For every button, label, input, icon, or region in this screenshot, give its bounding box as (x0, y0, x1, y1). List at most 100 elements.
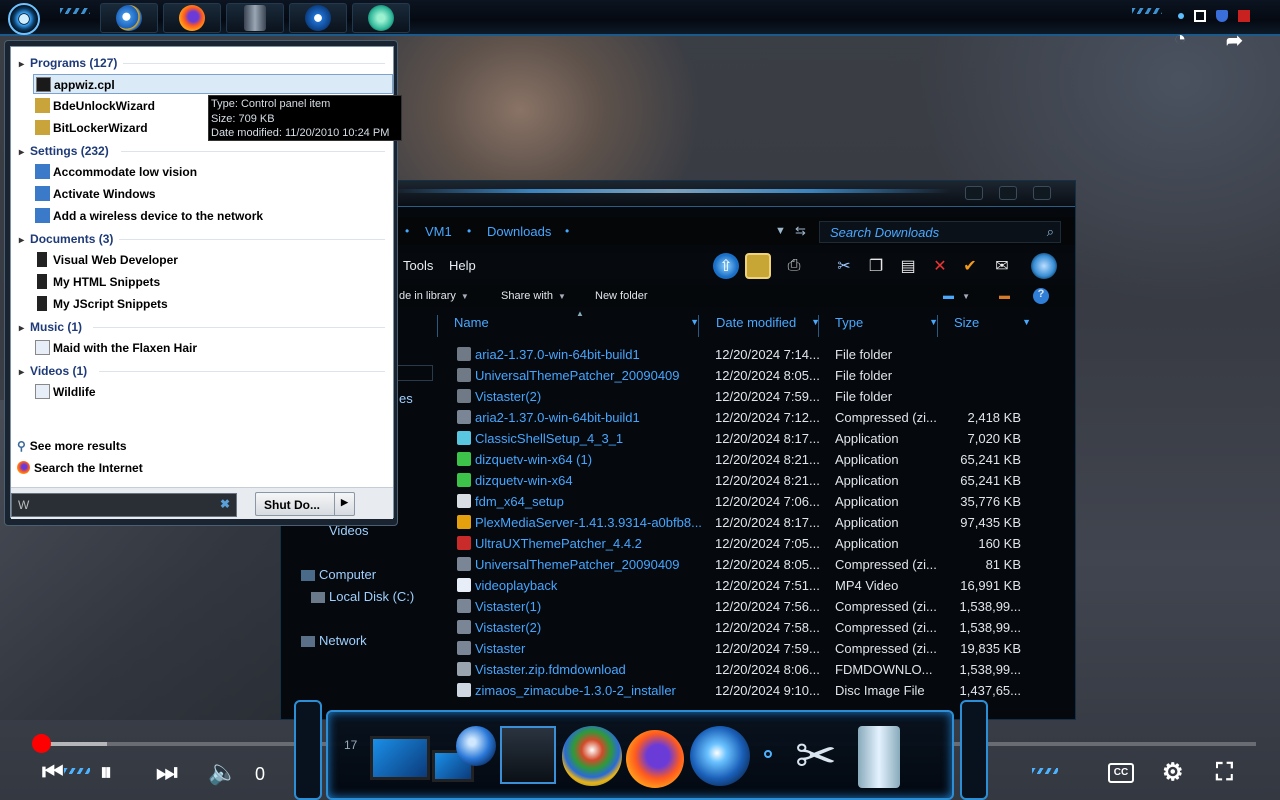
nav-item-computer[interactable]: Computer (301, 567, 376, 582)
delete-icon[interactable]: ✕ (927, 253, 953, 279)
start-search-input[interactable]: W ✖ (11, 493, 237, 517)
history-dropdown-icon[interactable]: ▼ (775, 225, 786, 237)
globe-icon[interactable] (1031, 253, 1057, 279)
clock-icon[interactable]: ◔ (1174, 28, 1186, 51)
print-icon[interactable]: ⎙ (781, 253, 807, 279)
chevron-down-icon[interactable]: ▼ (1022, 317, 1031, 327)
folder-view-icon[interactable] (745, 253, 771, 279)
paste-icon[interactable]: ▤ (895, 253, 921, 279)
file-row[interactable]: Vistaster(2) 12/20/2024 7:59... File folde… (453, 386, 1073, 407)
close-button[interactable] (1033, 186, 1051, 200)
start-orb-button[interactable] (8, 3, 40, 35)
category-programs[interactable]: Programs (127) (19, 56, 117, 70)
search-input[interactable]: Search Downloads ⌕ (819, 221, 1061, 243)
nav-item-local-disk[interactable]: Local Disk (C:) (311, 589, 414, 604)
firefox-dock-icon[interactable] (626, 730, 684, 788)
result-accommodate-low-vision[interactable]: Accommodate low vision (33, 162, 393, 182)
column-size-header[interactable]: Size ▼ (937, 315, 1031, 337)
help-icon[interactable]: ? (1033, 288, 1049, 304)
menu-tools[interactable]: Tools (403, 258, 433, 273)
result-maid-with-flaxen-hair[interactable]: Maid with the Flaxen Hair (33, 338, 393, 358)
file-row[interactable]: PlexMediaServer-1.41.3.9314-a0bfb8... 12/… (453, 512, 1073, 533)
taskbar-firefox-button[interactable] (163, 3, 221, 33)
view-options-icon[interactable]: ▬ ▼ (943, 290, 970, 302)
file-row[interactable]: Vistaster 12/20/2024 7:59... Compressed (z… (453, 638, 1073, 659)
windows-orb-icon[interactable] (562, 726, 622, 786)
file-row[interactable]: UniversalThemePatcher_20090409 12/20/2024… (453, 554, 1073, 575)
file-row[interactable]: videoplayback 12/20/2024 7:51... MP4 Video… (453, 575, 1073, 596)
clear-search-icon[interactable]: ✖ (220, 497, 230, 511)
shield-icon[interactable] (1216, 10, 1228, 22)
previous-icon[interactable]: ⏮ (42, 760, 64, 786)
column-name-header[interactable]: Name ▼ (437, 315, 699, 337)
captions-button[interactable]: CC (1108, 763, 1134, 783)
category-videos[interactable]: Videos (1) (19, 364, 87, 378)
new-folder-button[interactable]: New folder (595, 290, 648, 302)
column-date-header[interactable]: Date modified ▼ (698, 315, 820, 337)
see-more-results-link[interactable]: ⚲ See more results (17, 439, 127, 453)
file-row[interactable]: ClassicShellSetup_4_3_1 12/20/2024 8:17..… (453, 428, 1073, 449)
breadcrumb-vm1[interactable]: VM1 (425, 224, 452, 239)
file-row[interactable]: dizquetv-win-x64 (1) 12/20/2024 8:21... Ap… (453, 449, 1073, 470)
result-add-wireless-device[interactable]: Add a wireless device to the network (33, 206, 393, 226)
taskbar-ie-button[interactable] (100, 3, 158, 33)
video-scrubber-handle[interactable] (31, 734, 51, 753)
file-row[interactable]: aria2-1.37.0-win-64bit-build1 12/20/2024 … (453, 407, 1073, 428)
volume-icon[interactable]: 🔈 (208, 760, 238, 786)
file-row[interactable]: fdm_x64_setup 12/20/2024 7:06... Applicati… (453, 491, 1073, 512)
file-row[interactable]: zimaos_zimacube-1.3.0-2_installer 12/20/2… (453, 680, 1073, 701)
mail-icon[interactable]: ✉ (989, 253, 1015, 279)
category-settings[interactable]: Settings (232) (19, 144, 109, 158)
nav-item-libraries[interactable]: es (399, 391, 413, 406)
file-row[interactable]: aria2-1.37.0-win-64bit-build1 12/20/2024 … (453, 344, 1073, 365)
security-alert-icon[interactable] (1238, 10, 1250, 22)
taskbar-app-button[interactable] (352, 3, 410, 33)
file-row[interactable]: UniversalThemePatcher_20090409 12/20/2024… (453, 365, 1073, 386)
tools-icon[interactable]: ✂ (784, 726, 848, 788)
refresh-icon[interactable]: ⇆ (795, 223, 806, 239)
menu-help[interactable]: Help (449, 258, 476, 273)
taskbar-player-button[interactable] (289, 3, 347, 33)
fullscreen-icon[interactable]: ⛶ (1216, 760, 1233, 786)
file-row[interactable]: Vistaster.zip.fdmdownload 12/20/2024 8:06… (453, 659, 1073, 680)
share-with-button[interactable]: Share with ▼ (501, 290, 566, 302)
share-icon[interactable]: ➦ (1226, 28, 1243, 53)
settings-gear-icon[interactable]: ⚙ (1162, 760, 1184, 786)
preview-pane-icon[interactable]: ▬ (999, 290, 1010, 302)
result-activate-windows[interactable]: Activate Windows (33, 184, 393, 204)
result-my-html-snippets[interactable]: My HTML Snippets (33, 272, 393, 292)
file-row[interactable]: UltraUXThemePatcher_4.4.2 12/20/2024 7:05… (453, 533, 1073, 554)
result-appwiz[interactable]: appwiz.cpl (33, 74, 393, 94)
column-type-header[interactable]: Type ▼ (818, 315, 938, 337)
include-in-library-button[interactable]: de in library ▼ (399, 290, 469, 302)
up-folder-icon[interactable]: ⇧ (713, 253, 739, 279)
taskbar-media-button[interactable] (226, 3, 284, 33)
search-internet-link[interactable]: Search the Internet (17, 461, 143, 475)
category-documents[interactable]: Documents (3) (19, 232, 113, 246)
pause-icon[interactable]: ⏸ (100, 760, 112, 786)
safari-compass-icon[interactable] (690, 726, 750, 786)
internet-globe-icon[interactable] (456, 726, 496, 766)
copy-icon[interactable]: ❐ (863, 253, 889, 279)
cut-icon[interactable]: ✂ (831, 253, 857, 279)
file-row[interactable]: Vistaster(1) 12/20/2024 7:56... Compressed… (453, 596, 1073, 617)
minimize-button[interactable] (965, 186, 983, 200)
maximize-button[interactable] (999, 186, 1017, 200)
result-visual-web-developer[interactable]: Visual Web Developer (33, 250, 393, 270)
tray-dot-icon[interactable] (1178, 13, 1184, 19)
search-icon[interactable]: ⌕ (1047, 224, 1054, 240)
result-wildlife[interactable]: Wildlife (33, 382, 393, 402)
breadcrumb-downloads[interactable]: Downloads (487, 224, 551, 239)
nav-item-network[interactable]: Network (301, 633, 367, 648)
network-icon[interactable] (1194, 10, 1206, 22)
category-music[interactable]: Music (1) (19, 320, 82, 334)
file-row[interactable]: Vistaster(2) 12/20/2024 7:58... Compressed… (453, 617, 1073, 638)
next-icon[interactable]: ⏭ (156, 760, 178, 786)
camera-icon[interactable] (500, 726, 556, 784)
shutdown-button[interactable]: Shut Do... ▶ (255, 492, 355, 516)
recycle-bin-icon[interactable] (858, 726, 900, 788)
check-icon[interactable]: ✔ (957, 253, 983, 279)
result-my-jscript-snippets[interactable]: My JScript Snippets (33, 294, 393, 314)
shutdown-options-arrow-icon[interactable]: ▶ (334, 493, 354, 515)
monitor-icon[interactable] (370, 736, 430, 780)
